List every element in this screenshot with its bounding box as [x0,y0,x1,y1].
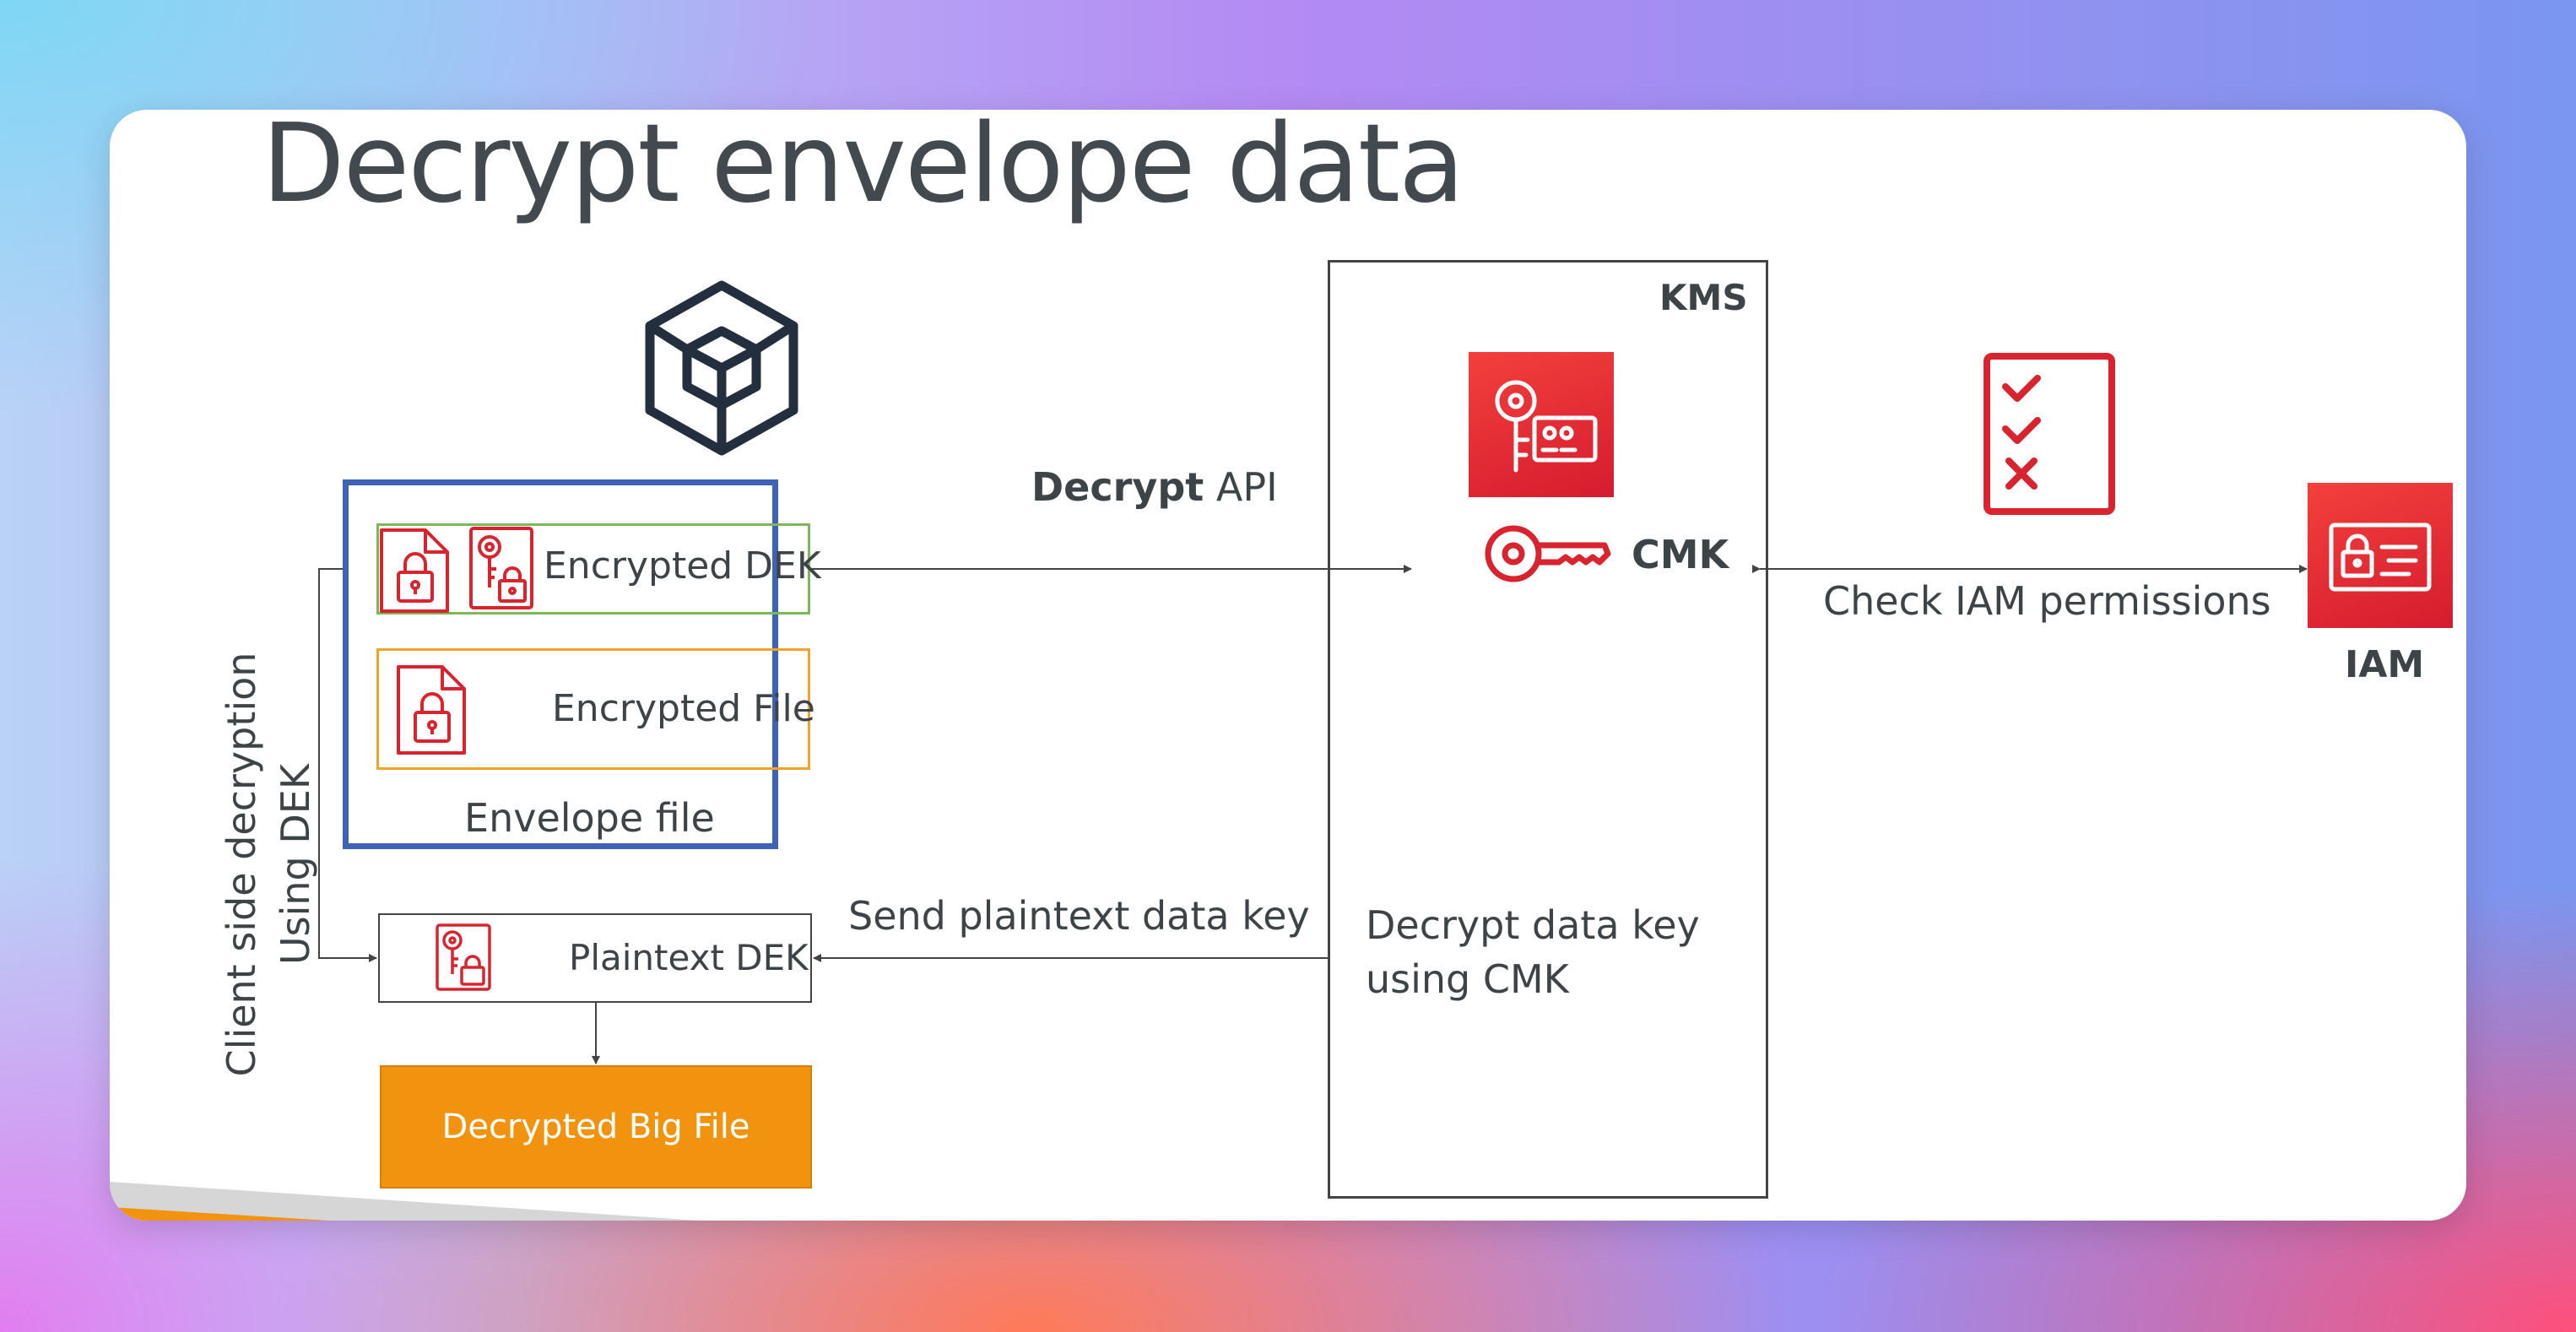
decrypted-big-file-box: Decrypted Big File [380,1065,812,1189]
iam-label: IAM [2345,643,2425,686]
document-lock-icon [397,665,466,755]
slide: Decrypt envelope data Encrypted DEK Encr… [110,110,2466,1221]
cube-icon [645,280,798,456]
plaintext-dek-label: Plaintext DEK [569,937,809,978]
kms-key-icon [1469,352,1614,497]
encrypted-dek-label: Encrypted DEK [544,544,821,587]
kms-label: KMS [1659,277,1748,318]
send-plaintext-label: Send plaintext data key [848,893,1310,939]
iam-icon [2308,483,2453,628]
decrypt-api-label: Decrypt API [1031,464,1278,510]
client-side-decryption-label: Client side decryption Using DEK [219,652,318,1077]
envelope-file-label: Envelope file [464,795,715,841]
cmk-label: CMK [1632,532,1729,577]
document-lock-icon [380,528,449,613]
encrypted-file-label: Encrypted File [552,687,815,730]
key-lock-icon [469,527,533,609]
check-iam-label: Check IAM permissions [1823,578,2271,624]
key-icon [1485,525,1611,582]
key-lock-icon [436,923,491,991]
decrypt-data-key-label: Decrypt data key using CMK [1366,902,1700,1002]
checklist-icon [1983,353,2115,515]
